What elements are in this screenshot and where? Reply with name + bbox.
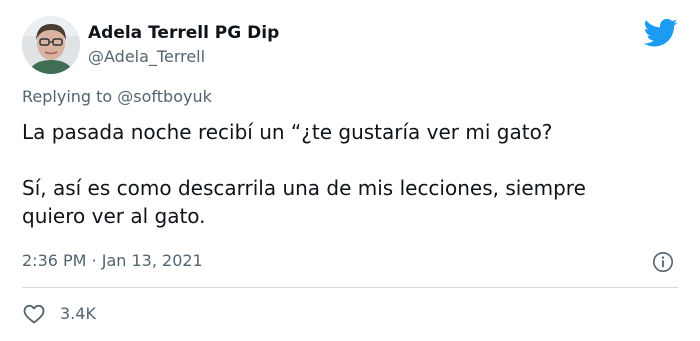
tweet-text-line: Sí, así es como descarrila una de mis le… bbox=[22, 176, 586, 200]
info-icon[interactable] bbox=[652, 251, 674, 273]
tweet-text: La pasada noche recibí un “¿te gustaría … bbox=[22, 118, 682, 230]
twitter-bird-icon[interactable] bbox=[644, 18, 678, 48]
replying-to-text[interactable]: Replying to @softboyuk bbox=[22, 86, 212, 108]
like-button[interactable]: 3.4K bbox=[22, 302, 96, 326]
heart-icon[interactable] bbox=[22, 302, 46, 326]
avatar[interactable] bbox=[22, 16, 80, 74]
person-avatar-icon bbox=[22, 16, 80, 74]
tweet-text-line: quiero ver al gato. bbox=[22, 204, 206, 228]
author-handle[interactable]: @Adela_Terrell bbox=[88, 46, 279, 68]
divider bbox=[22, 287, 678, 288]
like-count: 3.4K bbox=[60, 304, 96, 323]
author-block[interactable]: Adela Terrell PG Dip @Adela_Terrell bbox=[88, 22, 279, 68]
tweet-text-line: La pasada noche recibí un “¿te gustaría … bbox=[22, 120, 553, 144]
author-display-name[interactable]: Adela Terrell PG Dip bbox=[88, 22, 279, 44]
tweet-card: Adela Terrell PG Dip @Adela_Terrell Repl… bbox=[0, 0, 700, 341]
tweet-timestamp[interactable]: 2:36 PM · Jan 13, 2021 bbox=[22, 250, 203, 272]
